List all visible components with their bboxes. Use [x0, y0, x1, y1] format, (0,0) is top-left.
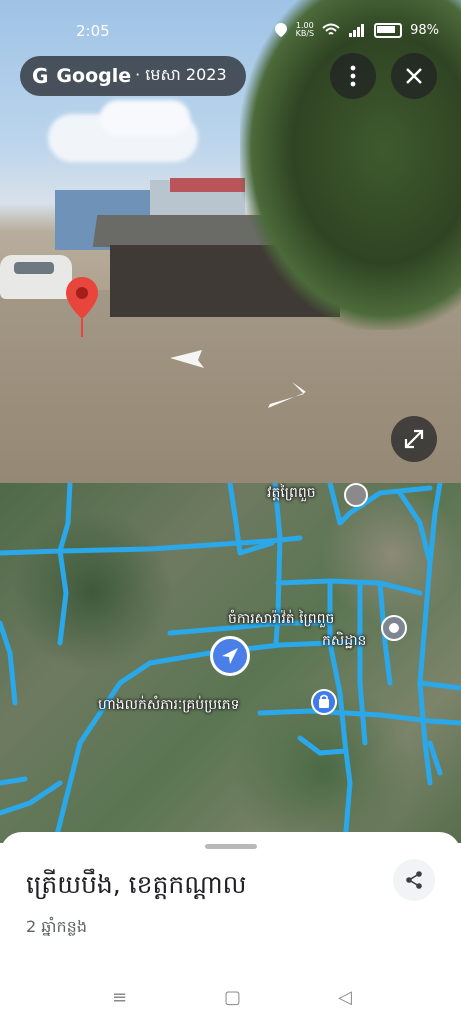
battery-icon [374, 22, 403, 38]
battery-level: 98% [410, 22, 439, 38]
place-title: ត្រើយបឹង, ខេត្តកណ្តាល [26, 870, 247, 899]
map-label-farm[interactable]: ចំការសារ៉ាវ៉ត់ ព្រៃពួច [228, 609, 334, 630]
drag-handle[interactable] [205, 844, 257, 849]
street-view-attribution[interactable]: G Google · មេសា 2023 [20, 56, 246, 96]
share-button[interactable] [393, 859, 435, 901]
navigation-arrow-icon [222, 648, 238, 664]
wifi-icon [322, 23, 340, 35]
close-button[interactable] [391, 53, 437, 99]
temple-poi-icon[interactable] [344, 483, 368, 507]
move-forward-arrow-icon[interactable] [266, 380, 310, 410]
capture-date: · មេសា 2023 [135, 65, 227, 84]
status-icons: 1.00 KB/S 98% [274, 22, 439, 38]
shop-poi-icon[interactable] [311, 689, 337, 715]
map-label-shop[interactable]: ហាងលក់សំភារៈគ្រប់ប្រភេទ [98, 695, 239, 716]
net-speed: 1.00 KB/S [295, 21, 315, 38]
status-time: 2:05 [76, 22, 110, 40]
place-subtitle: 2 ឆ្នាំកន្លង [26, 917, 87, 936]
map-label-pagoda[interactable]: វត្តព្រៃពួច [267, 483, 316, 504]
back-button[interactable]: ◁ [338, 987, 352, 1008]
fullscreen-button[interactable] [391, 416, 437, 462]
cloud [100, 100, 190, 136]
close-icon [406, 68, 422, 84]
move-left-arrow-icon[interactable] [168, 346, 208, 370]
shopping-bag-icon [319, 694, 329, 708]
signal-icon [349, 24, 365, 37]
more-vert-icon [350, 65, 356, 87]
google-g-icon: G [32, 64, 49, 88]
location-status-icon [274, 23, 287, 37]
user-location-icon[interactable] [210, 636, 250, 676]
map-label-farm-type[interactable]: កសិដ្ឋាន [322, 631, 366, 652]
expand-icon [404, 429, 424, 449]
google-brand: Google [56, 65, 132, 87]
location-pin-icon [66, 277, 98, 337]
farm-poi-icon[interactable] [381, 615, 407, 641]
system-nav-bar: ≡ ▢ ◁ [0, 975, 461, 1024]
car-window [14, 262, 54, 274]
recents-button[interactable]: ≡ [112, 987, 127, 1008]
building-roof [170, 178, 245, 192]
home-button[interactable]: ▢ [224, 987, 241, 1008]
more-options-button[interactable] [330, 53, 376, 99]
share-icon [406, 871, 422, 889]
status-bar: 2:05 1.00 KB/S 98% [0, 0, 461, 60]
